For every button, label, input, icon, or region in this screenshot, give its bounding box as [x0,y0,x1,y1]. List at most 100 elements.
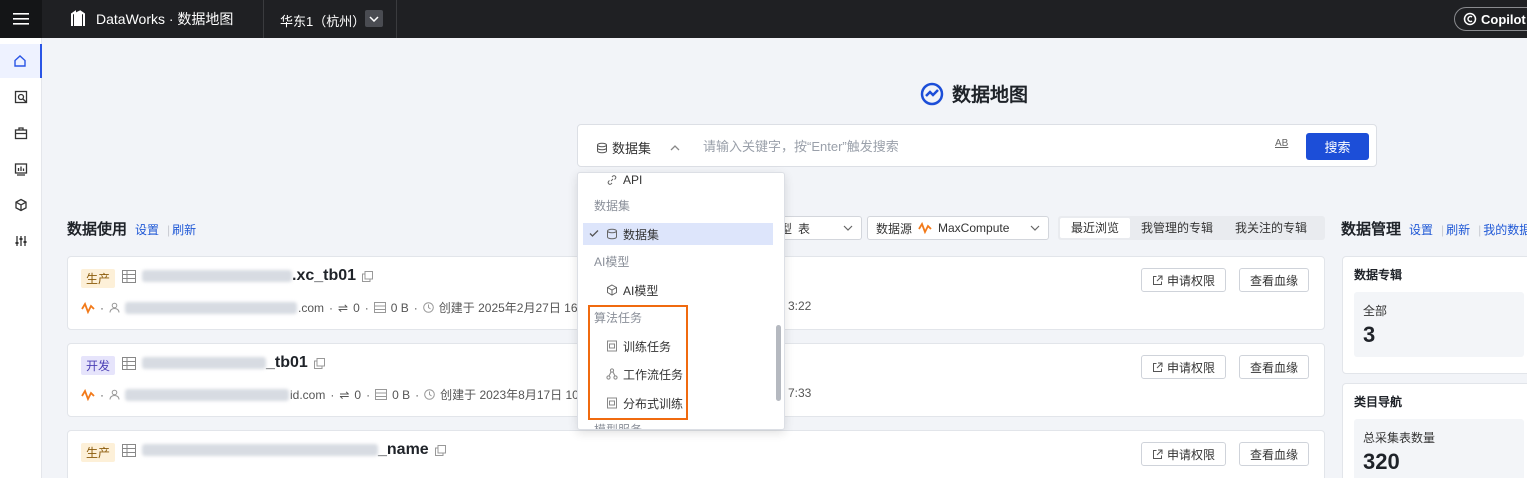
user-icon [109,389,120,400]
albums-stat-value: 3 [1363,322,1376,347]
table-name-suffix: _name [378,441,429,458]
left-nav-rail [0,38,42,478]
owner-email-suffix: id.com [290,387,326,402]
redacted-text [125,301,297,314]
table-name-suffix: .xc_tb01 [292,267,357,284]
table-card[interactable]: 生产 _name 申请权限 查看血缘 [67,430,1325,478]
search-type-selector[interactable]: 数据集 [596,138,681,157]
maxcompute-icon [918,222,932,234]
copilot-icon [1463,12,1477,26]
data-albums-title: 数据专辑 [1354,268,1403,282]
dropdown-option-ai-model[interactable]: AI模型 [578,279,773,301]
cube-icon[interactable] [0,188,42,222]
data-usage-settings-link[interactable]: 设置 [135,221,159,238]
apply-permission-label: 申请权限 [1167,447,1216,462]
view-lineage-button[interactable]: 查看血缘 [1239,442,1310,466]
time-tail: 3:22 [788,299,812,313]
data-mgmt-settings-link[interactable]: 设置 [1409,221,1433,238]
owner-email-suffix: .com [298,300,325,315]
region-selector-label[interactable]: 华东1（杭州） [280,11,365,30]
data-map-logo-icon [920,82,944,105]
settings-sliders-icon[interactable] [0,224,42,258]
external-link-icon [1153,449,1163,459]
table-name[interactable]: .xc_tb01 [122,267,374,285]
dropdown-scrollbar[interactable] [776,325,781,401]
card-meta: · id.com · ⇌ 0 · 0 B · 创建于 2023年8月17日 10… [81,386,582,403]
category-stat[interactable]: 总采集表数量 320 [1354,419,1524,478]
view-lineage-button[interactable]: 查看血缘 [1239,355,1310,379]
copilot-button[interactable]: Copilot [1454,7,1527,31]
search-type-label: 数据集 [612,141,652,156]
table-size: 0 B [390,300,409,315]
search-table-icon[interactable] [0,80,42,114]
env-badge: 生产 [81,269,116,288]
dropdown-option-api[interactable]: API [578,173,773,191]
clock-icon [424,389,435,400]
time-tail: 7:33 [788,386,812,400]
tab-managed-albums[interactable]: 我管理的专辑 [1130,218,1224,238]
lineage-arrows-icon: ⇌ [339,387,350,402]
dataset-icon [597,142,607,153]
app-logo[interactable]: DataWorks · 数据地图 [70,9,233,29]
lineage-count: 0 [354,387,362,402]
data-usage-refresh-link[interactable]: 刷新 [172,221,196,238]
lineage-count: 0 [353,300,360,315]
copy-icon[interactable] [434,444,446,456]
search-input[interactable] [703,133,1263,159]
match-case-icon[interactable]: AB [1275,138,1288,149]
albums-stat[interactable]: 全部 3 [1354,292,1524,357]
created-time: 创建于 2023年8月17日 10: [440,388,583,402]
dropdown-option-distributed-training[interactable]: 分布式训练 [578,392,773,414]
table-name[interactable]: _tb01 [122,354,325,372]
dropdown-option-training-task[interactable]: 训练任务 [578,335,773,357]
redacted-text [142,444,378,456]
datasource-filter-value: MaxCompute [938,221,1010,235]
data-albums-card: 数据专辑 全部 3 [1342,256,1527,374]
divider: | [1441,223,1445,237]
chevron-down-icon [843,225,853,231]
table-icon [122,356,136,370]
hamburger-menu-icon[interactable] [0,0,42,38]
home-icon[interactable] [0,44,42,78]
dashboard-icon[interactable] [0,152,42,186]
dropdown-option-workflow-task[interactable]: 工作流任务 [578,363,773,385]
view-lineage-button[interactable]: 查看血缘 [1239,268,1310,292]
check-icon [589,230,599,237]
album-tabs: 最近浏览 我管理的专辑 我关注的专辑 [1058,216,1325,240]
maxcompute-icon [81,301,95,314]
table-name[interactable]: _name [122,441,446,459]
dropdown-option-distributed-training-label: 分布式训练 [623,396,684,411]
env-badge: 开发 [81,356,116,375]
apply-permission-button[interactable]: 申请权限 [1141,355,1227,379]
table-size: 0 B [392,387,411,402]
chevron-down-icon [1030,225,1040,231]
dropdown-option-workflow-task-label: 工作流任务 [623,367,684,382]
copy-icon[interactable] [313,357,325,369]
external-link-icon [1153,362,1163,372]
my-data-link[interactable]: 我的数据 [1483,221,1527,238]
type-filter[interactable]: 型 表 [772,216,862,240]
data-mgmt-refresh-link[interactable]: 刷新 [1446,221,1470,238]
maxcompute-icon [81,388,95,401]
search-button[interactable]: 搜索 [1306,133,1369,160]
table-icon [122,269,136,283]
user-icon [109,302,120,313]
dataworks-logo-icon [71,10,85,26]
datasource-filter[interactable]: 数据源 MaxCompute [867,216,1049,240]
chevron-down-icon[interactable] [365,10,383,27]
apply-permission-button[interactable]: 申请权限 [1141,268,1227,292]
search-bar: 数据集 AB 搜索 [577,124,1377,167]
search-type-dropdown: API 数据集 数据集 AI模型 AI模型 算法任务 训练任务 工作流任务 分布… [577,172,785,430]
dropdown-option-dataset[interactable]: 数据集 [583,223,773,245]
toolbox-icon[interactable] [0,116,42,150]
apply-permission-button[interactable]: 申请权限 [1141,442,1227,466]
divider [263,0,264,38]
dropdown-group-algorithm-task: 算法任务 [594,310,643,325]
copy-icon[interactable] [362,270,374,282]
type-filter-value: 表 [798,221,811,236]
albums-stat-label: 全部 [1363,304,1388,318]
table-icon [122,443,136,457]
tab-recent[interactable]: 最近浏览 [1060,218,1131,238]
external-link-icon [1153,275,1163,285]
tab-followed-albums[interactable]: 我关注的专辑 [1224,218,1318,238]
